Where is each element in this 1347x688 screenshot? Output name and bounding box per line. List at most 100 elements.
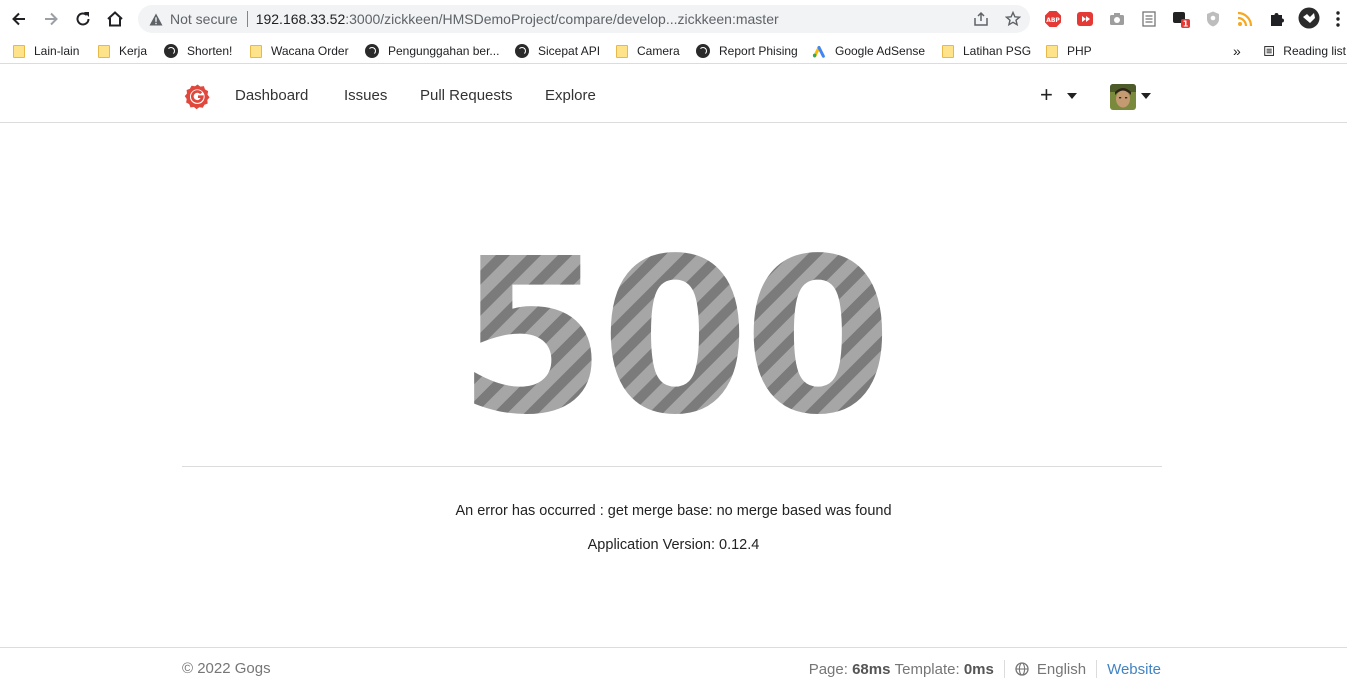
reload-button[interactable] (71, 7, 95, 31)
error-message: An error has occurred : get merge base: … (455, 503, 892, 519)
profile-button[interactable] (1298, 7, 1320, 29)
abp-label: ABP (1046, 17, 1060, 24)
template-time: 0ms (963, 660, 994, 678)
bookmark-label: Google AdSense (835, 44, 926, 58)
chat-icon: 1 (1173, 12, 1190, 29)
bookmark-pengunggahan[interactable]: Pengunggahan ber... (365, 42, 499, 60)
bookmark-label: Pengunggahan ber... (388, 44, 500, 58)
extensions-button[interactable] (1267, 9, 1287, 29)
gogs-logo-icon[interactable] (184, 83, 211, 110)
page-footer: © 2022 Gogs Page: 68ms Template: 0ms Eng… (0, 647, 1347, 688)
arrow-left-icon (12, 12, 25, 26)
bookmark-kerja[interactable]: Kerja (98, 42, 147, 60)
profile-avatar-icon (1298, 7, 1320, 29)
bookmark-camera[interactable]: Camera (616, 42, 680, 60)
reload-icon (76, 12, 90, 26)
bookmark-label: Camera (637, 44, 680, 58)
warning-icon[interactable] (148, 11, 164, 27)
folder-icon (98, 44, 110, 58)
puzzle-icon (1271, 13, 1284, 26)
bookmarks-overflow-button[interactable]: » (1233, 42, 1241, 60)
template-time-label: Template: (894, 660, 960, 678)
browser-toolbar: Not secure 192.168.33.52:3000/zickkeen/H… (0, 0, 1347, 38)
url-text[interactable]: 192.168.33.52:3000/zickkeen/HMSDemoProje… (256, 11, 779, 27)
globe-icon (365, 44, 379, 58)
share-button[interactable] (972, 10, 990, 28)
folder-icon (13, 44, 25, 58)
url-path: :3000/zickkeen/HMSDemoProject/compare/de… (345, 11, 779, 27)
nav-dashboard[interactable]: Dashboard (235, 87, 308, 104)
page-time-label: Page: (808, 660, 848, 678)
bookmark-label: Sicepat API (538, 44, 601, 58)
copyright: © 2022 Gogs (182, 660, 271, 677)
avatar-image (1110, 84, 1136, 110)
screenshot-extension[interactable] (1107, 9, 1127, 29)
bookmark-wacana-order[interactable]: Wacana Order (250, 42, 349, 60)
footer-stats: Page: 68ms Template: 0ms English Website (809, 660, 1161, 678)
application-version: Application Version: 0.12.4 (587, 537, 760, 553)
bookmark-google-adsense[interactable]: Google AdSense (812, 42, 925, 60)
error-code-graphic: 500 (458, 222, 893, 442)
notification-extension[interactable]: 1 (1171, 9, 1191, 29)
forward-button[interactable] (39, 7, 63, 31)
adblock-icon: ABP (1045, 11, 1061, 27)
language-label: English (1036, 660, 1087, 678)
nav-explore[interactable]: Explore (545, 87, 596, 104)
bookmark-label: Shorten! (187, 44, 233, 58)
reading-list-button[interactable]: Reading list (1256, 42, 1346, 60)
folder-icon (250, 44, 262, 58)
app-header: Dashboard Issues Pull Requests Explore + (0, 70, 1347, 123)
chevron-down-icon[interactable] (1067, 93, 1077, 99)
notification-badge: 1 (1183, 20, 1189, 29)
security-label[interactable]: Not secure (170, 11, 238, 27)
error-code: 500 (458, 222, 887, 442)
bookmark-label: Report Phising (719, 44, 798, 58)
reading-list-icon (1264, 46, 1275, 56)
rss-extension[interactable] (1235, 9, 1255, 29)
bookmark-label: Lain-lain (34, 44, 80, 58)
globe-icon (1015, 662, 1029, 676)
home-button[interactable] (103, 7, 127, 31)
browser-menu-button[interactable] (1331, 9, 1345, 29)
rss-icon (1237, 11, 1253, 27)
bookmark-star-button[interactable] (1004, 10, 1022, 28)
user-avatar[interactable] (1110, 84, 1136, 110)
bookmark-label: PHP (1067, 44, 1092, 58)
reader-extension[interactable] (1139, 9, 1159, 29)
language-selector[interactable]: English (1015, 661, 1086, 678)
globe-icon (515, 44, 529, 58)
content-divider (182, 466, 1162, 467)
create-new-button[interactable]: + (1040, 84, 1053, 106)
bookmark-lain-lain[interactable]: Lain-lain (13, 42, 79, 60)
home-icon (107, 11, 123, 27)
url-host: 192.168.33.52 (255, 11, 346, 27)
nav-issues[interactable]: Issues (344, 87, 387, 104)
video-extension[interactable] (1075, 9, 1095, 29)
bookmark-shorten[interactable]: Shorten! (164, 42, 232, 60)
bookmark-sicepat-api[interactable]: Sicepat API (515, 42, 600, 60)
camera-icon (1110, 13, 1124, 25)
chevron-down-icon[interactable] (1141, 93, 1151, 99)
folder-icon (1046, 44, 1058, 58)
arrow-right-icon (45, 12, 58, 26)
bookmark-php[interactable]: PHP (1046, 42, 1092, 60)
bookmark-latihan-psg[interactable]: Latihan PSG (942, 42, 1031, 60)
bookmark-label: Wacana Order (271, 44, 349, 58)
reading-list-label: Reading list (1283, 44, 1346, 58)
bookmark-label: Kerja (119, 44, 148, 58)
bookmark-report-phising[interactable]: Report Phising (696, 42, 798, 60)
bookmarks-bar: Lain-lain Kerja Shorten! Wacana Order Pe… (0, 38, 1347, 64)
page-time: 68ms (852, 660, 891, 678)
video-icon (1077, 12, 1093, 26)
adsense-icon (812, 45, 825, 58)
adblock-extension[interactable]: ABP (1043, 9, 1063, 29)
globe-icon (696, 44, 710, 58)
document-icon (1142, 11, 1156, 27)
shield-extension[interactable] (1203, 9, 1223, 29)
back-button[interactable] (7, 7, 31, 31)
website-link[interactable]: Website (1107, 661, 1161, 678)
address-bar[interactable]: Not secure 192.168.33.52:3000/zickkeen/H… (138, 5, 1030, 33)
omnibox-divider (246, 11, 248, 27)
shield-icon (1207, 11, 1219, 27)
nav-pull-requests[interactable]: Pull Requests (420, 87, 513, 104)
